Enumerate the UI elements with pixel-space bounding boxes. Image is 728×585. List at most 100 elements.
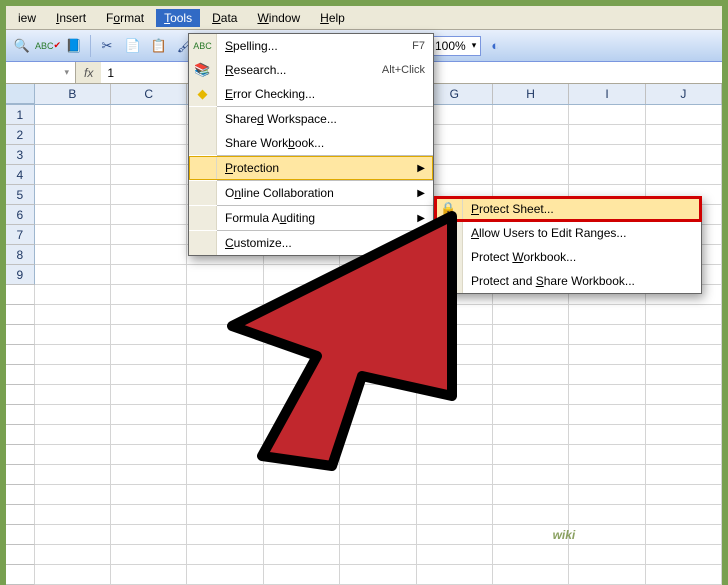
cell[interactable] (646, 105, 722, 125)
row-header[interactable]: 3 (6, 145, 35, 165)
cell[interactable] (111, 425, 187, 445)
cell[interactable] (35, 265, 111, 285)
cell[interactable] (646, 305, 722, 325)
cell[interactable] (569, 145, 645, 165)
cell[interactable] (340, 445, 416, 465)
cell[interactable] (493, 565, 569, 585)
cell[interactable] (35, 365, 111, 385)
cell[interactable] (111, 365, 187, 385)
cell[interactable] (493, 145, 569, 165)
cell[interactable] (493, 445, 569, 465)
menu-data[interactable]: Data (204, 9, 245, 27)
cell[interactable] (35, 165, 111, 185)
cell[interactable] (264, 285, 340, 305)
cell[interactable] (340, 405, 416, 425)
cell[interactable] (111, 405, 187, 425)
cell[interactable] (111, 385, 187, 405)
cell[interactable] (417, 465, 493, 485)
cut-icon[interactable]: ✂ (95, 34, 119, 58)
row-header[interactable]: 1 (6, 105, 35, 125)
cell[interactable] (417, 445, 493, 465)
cell[interactable] (111, 525, 187, 545)
cell[interactable] (264, 545, 340, 565)
cell[interactable] (569, 325, 645, 345)
cell[interactable] (493, 385, 569, 405)
cell[interactable] (111, 465, 187, 485)
cell[interactable] (264, 385, 340, 405)
cell[interactable] (417, 525, 493, 545)
cell[interactable] (646, 425, 722, 445)
cell[interactable] (35, 505, 111, 525)
cell[interactable] (35, 325, 111, 345)
cell[interactable] (569, 485, 645, 505)
fx-label[interactable]: fx (76, 66, 101, 80)
cell[interactable] (646, 485, 722, 505)
menu-item-allow-users-edit-ranges[interactable]: 📄 Allow Users to Edit Ranges... (435, 221, 701, 245)
research-icon[interactable]: 📘 (62, 34, 86, 58)
cell[interactable] (111, 285, 187, 305)
cell[interactable] (187, 365, 263, 385)
cell[interactable] (264, 325, 340, 345)
menu-item-research[interactable]: 📚 Research... Alt+Click (189, 58, 433, 82)
row-header[interactable] (6, 285, 35, 305)
cell[interactable] (111, 145, 187, 165)
cell[interactable] (569, 465, 645, 485)
cell[interactable] (264, 345, 340, 365)
cell[interactable] (646, 165, 722, 185)
cell[interactable] (417, 345, 493, 365)
cell[interactable] (646, 445, 722, 465)
cell[interactable] (111, 305, 187, 325)
cell[interactable] (35, 385, 111, 405)
cell[interactable] (646, 565, 722, 585)
cell[interactable] (35, 425, 111, 445)
cell[interactable] (35, 285, 111, 305)
cell[interactable] (340, 465, 416, 485)
cell[interactable] (646, 545, 722, 565)
cell[interactable] (35, 545, 111, 565)
col-header[interactable]: B (35, 84, 111, 104)
cell[interactable] (35, 225, 111, 245)
cell[interactable] (340, 285, 416, 305)
cell[interactable] (187, 405, 263, 425)
cell[interactable] (340, 365, 416, 385)
cell[interactable] (264, 565, 340, 585)
cell[interactable] (646, 125, 722, 145)
cell[interactable] (493, 545, 569, 565)
menu-item-online-collaboration[interactable]: Online Collaboration ▶ (189, 181, 433, 205)
cell[interactable] (35, 345, 111, 365)
cell[interactable] (646, 505, 722, 525)
cell[interactable] (111, 445, 187, 465)
cell[interactable] (187, 385, 263, 405)
cell[interactable] (493, 465, 569, 485)
menu-view[interactable]: iew (10, 9, 44, 27)
spelling-icon[interactable]: ABC✔ (36, 34, 60, 58)
cell[interactable] (646, 325, 722, 345)
row-header[interactable] (6, 385, 35, 405)
row-header[interactable]: 9 (6, 265, 35, 285)
cell[interactable] (111, 125, 187, 145)
cell[interactable] (35, 305, 111, 325)
menu-item-protection[interactable]: Protection ▶ (189, 156, 433, 180)
cell[interactable] (111, 565, 187, 585)
cell[interactable] (264, 265, 340, 285)
cell[interactable] (340, 565, 416, 585)
cell[interactable] (187, 305, 263, 325)
cell[interactable] (187, 545, 263, 565)
cell[interactable] (493, 405, 569, 425)
menu-item-formula-auditing[interactable]: Formula Auditing ▶ (189, 206, 433, 230)
cell[interactable] (493, 105, 569, 125)
cell[interactable] (187, 565, 263, 585)
cell[interactable] (569, 445, 645, 465)
row-header[interactable] (6, 485, 35, 505)
cell[interactable] (264, 365, 340, 385)
cell[interactable] (493, 305, 569, 325)
cell[interactable] (35, 125, 111, 145)
cell[interactable] (35, 525, 111, 545)
cell[interactable] (264, 425, 340, 445)
cell[interactable] (646, 345, 722, 365)
cell[interactable] (340, 525, 416, 545)
cell[interactable] (35, 185, 111, 205)
cell[interactable] (111, 545, 187, 565)
cell[interactable] (187, 445, 263, 465)
cell[interactable] (493, 365, 569, 385)
